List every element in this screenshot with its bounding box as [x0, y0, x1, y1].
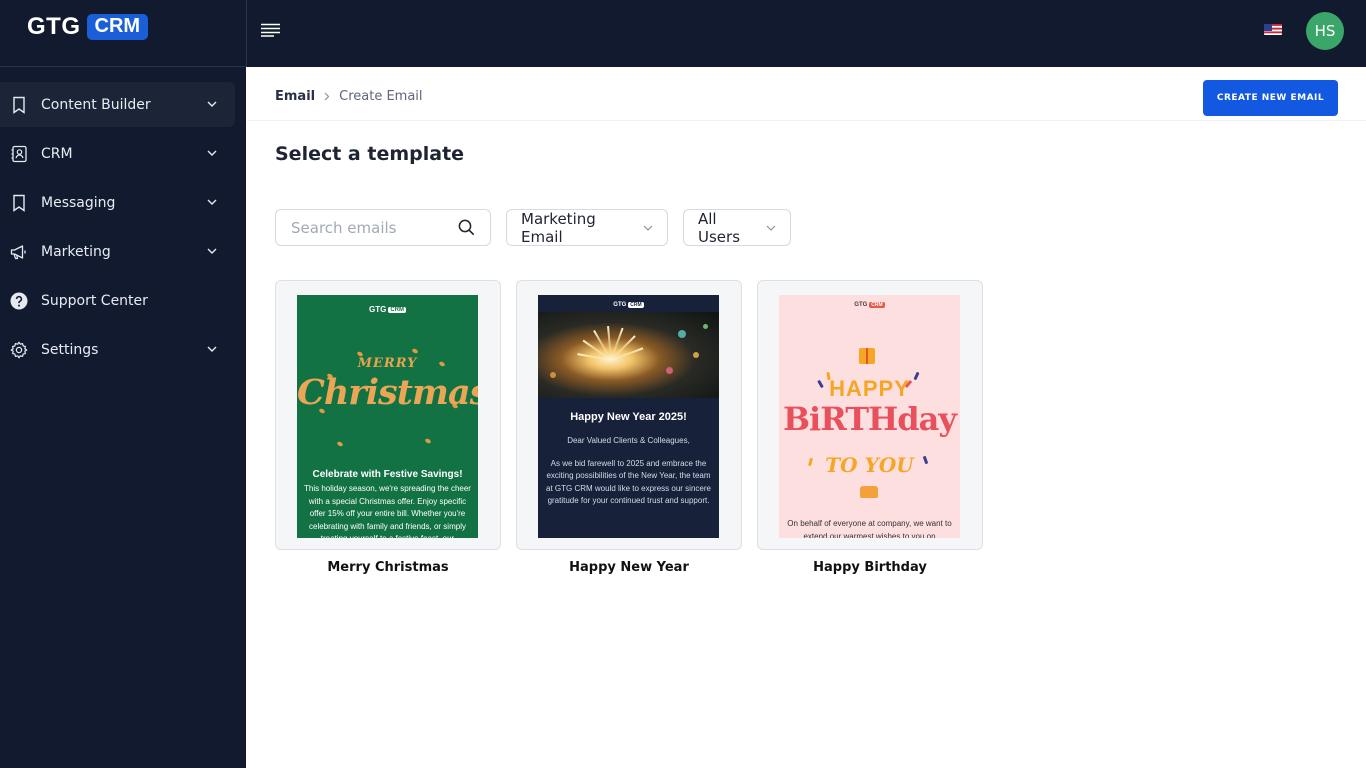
logo-text: GTG	[27, 13, 81, 40]
create-new-email-button[interactable]: CREATE NEW EMAIL	[1203, 80, 1338, 116]
sidebar-item-label: Settings	[41, 341, 99, 358]
thumbnail-greeting: Dear Valued Clients & Colleagues,	[567, 436, 690, 445]
chevron-down-icon	[205, 97, 219, 111]
thumbnail-body: As we bid farewell to 2025 and embrace t…	[546, 459, 711, 505]
megaphone-icon	[10, 243, 28, 261]
logo-badge: CRM	[86, 14, 149, 40]
thumbnail-logo-text: GTG	[613, 302, 627, 308]
thumbnail-logo-badge: CRM	[388, 306, 406, 313]
avatar[interactable]: HS	[1306, 12, 1344, 50]
breadcrumb-current: Create Email	[339, 89, 423, 104]
template-thumbnail: GTG CRM HAPPY BiRTHday TO YOU On behalf …	[779, 295, 960, 538]
sidebar-item-label: Marketing	[41, 243, 111, 260]
template-thumbnail-frame[interactable]: GTG CRM Happy New Year 2025! Dear Valued…	[516, 280, 742, 550]
email-type-select[interactable]: Marketing Email	[506, 209, 668, 246]
thumbnail-logo-text: GTG	[368, 305, 387, 314]
email-type-value: Marketing Email	[521, 209, 596, 246]
sidebar-item-messaging[interactable]: Messaging	[0, 180, 235, 225]
gift-icon	[859, 348, 875, 364]
bookmark-icon	[10, 96, 28, 114]
sidebar-item-label: CRM	[41, 145, 73, 162]
bokeh-light	[703, 324, 708, 329]
users-select[interactable]: All Users	[683, 209, 791, 246]
chevron-right-icon	[324, 90, 330, 104]
template-name[interactable]: Happy New Year	[516, 560, 742, 575]
search-icon[interactable]	[458, 219, 476, 237]
template-card-happy-new-year[interactable]: GTG CRM Happy New Year 2025! Dear Valued…	[516, 280, 742, 575]
search-box	[275, 209, 491, 246]
template-name[interactable]: Happy Birthday	[757, 560, 983, 575]
menu-icon	[260, 22, 280, 41]
chevron-down-icon	[205, 342, 219, 356]
template-thumbnail: GTG CRM MERRY Christmas Celebrate with F…	[297, 295, 478, 538]
bokeh-light	[678, 330, 686, 338]
search-input[interactable]	[276, 210, 451, 245]
chevron-down-icon	[205, 146, 219, 160]
thumbnail-logo: GTG CRM	[779, 295, 960, 308]
thumbnail-logo-badge: CRM	[628, 302, 644, 308]
sidebar-item-marketing[interactable]: Marketing	[0, 229, 235, 274]
chevron-down-icon	[766, 223, 776, 233]
app-logo[interactable]: GTG CRM	[27, 12, 149, 42]
chevron-down-icon	[205, 195, 219, 209]
sidebar-item-settings[interactable]: Settings	[0, 327, 235, 372]
sidebar-item-label: Content Builder	[41, 96, 151, 113]
cake-icon	[860, 486, 878, 498]
template-thumbnail: GTG CRM Happy New Year 2025! Dear Valued…	[538, 295, 719, 538]
bokeh-light	[666, 367, 673, 374]
sidebar-item-support-center[interactable]: Support Center	[0, 278, 235, 323]
thumbnail-logo: GTG CRM	[297, 295, 478, 314]
filter-bar: Marketing Email All Users	[275, 209, 791, 246]
thumbnail-body: This holiday season, we're spreading the…	[304, 484, 471, 538]
avatar-initials: HS	[1314, 22, 1336, 40]
thumbnail-heading: Happy New Year 2025!	[570, 411, 687, 423]
birthday-art-small: HAPPY	[829, 376, 910, 401]
breadcrumb: Email Create Email	[275, 89, 423, 104]
gear-icon	[10, 341, 28, 359]
sidebar-divider	[0, 66, 246, 67]
leaf-decoration	[424, 437, 432, 445]
top-bar: HS	[246, 0, 1366, 67]
christmas-art-main: Christmas	[297, 372, 478, 413]
bokeh-light	[550, 372, 556, 378]
sidebar-nav: Content Builder CRM Messaging Marketing …	[0, 82, 246, 376]
breadcrumb-email-link[interactable]: Email	[275, 89, 315, 104]
template-thumbnail-frame[interactable]: GTG CRM HAPPY BiRTHday TO YOU On behalf …	[757, 280, 983, 550]
template-card-happy-birthday[interactable]: GTG CRM HAPPY BiRTHday TO YOU On behalf …	[757, 280, 983, 575]
page-title: Select a template	[275, 143, 465, 165]
chevron-down-icon	[205, 244, 219, 258]
contacts-icon	[10, 145, 28, 163]
sparkler-photo	[538, 312, 719, 398]
chevron-down-icon	[643, 223, 653, 233]
template-name[interactable]: Merry Christmas	[275, 560, 501, 575]
main-content: Email Create Email CREATE NEW EMAIL Sele…	[247, 67, 1366, 768]
leaf-decoration	[336, 440, 344, 448]
sidebar-item-label: Messaging	[41, 194, 116, 211]
birthday-art-main: BiRTHday	[783, 400, 957, 438]
thumbnail-body: On behalf of everyone at company, we wan…	[787, 519, 952, 538]
help-icon	[10, 292, 28, 310]
menu-toggle-button[interactable]	[259, 21, 281, 41]
birthday-artwork: HAPPY BiRTHday TO YOU	[779, 308, 960, 518]
template-grid: GTG CRM MERRY Christmas Celebrate with F…	[275, 280, 998, 575]
template-card-merry-christmas[interactable]: GTG CRM MERRY Christmas Celebrate with F…	[275, 280, 501, 575]
sidebar: GTG CRM Content Builder CRM Messaging Ma…	[0, 0, 246, 768]
birthday-art-to: TO YOU	[825, 453, 914, 477]
users-value: All Users	[698, 209, 741, 246]
christmas-art-small: MERRY	[357, 356, 418, 371]
us-flag-icon[interactable]	[1264, 22, 1282, 35]
sidebar-item-crm[interactable]: CRM	[0, 131, 235, 176]
leaf-decoration	[411, 347, 419, 355]
bookmark-icon	[10, 194, 28, 212]
bokeh-light	[693, 352, 699, 358]
thumbnail-logo: GTG CRM	[538, 295, 719, 308]
sidebar-item-content-builder[interactable]: Content Builder	[0, 82, 235, 127]
christmas-artwork: MERRY Christmas	[297, 314, 478, 469]
template-thumbnail-frame[interactable]: GTG CRM MERRY Christmas Celebrate with F…	[275, 280, 501, 550]
page-header: Email Create Email CREATE NEW EMAIL	[247, 67, 1366, 121]
thumbnail-heading: Celebrate with Festive Savings!	[312, 469, 463, 480]
sidebar-item-label: Support Center	[41, 292, 148, 309]
